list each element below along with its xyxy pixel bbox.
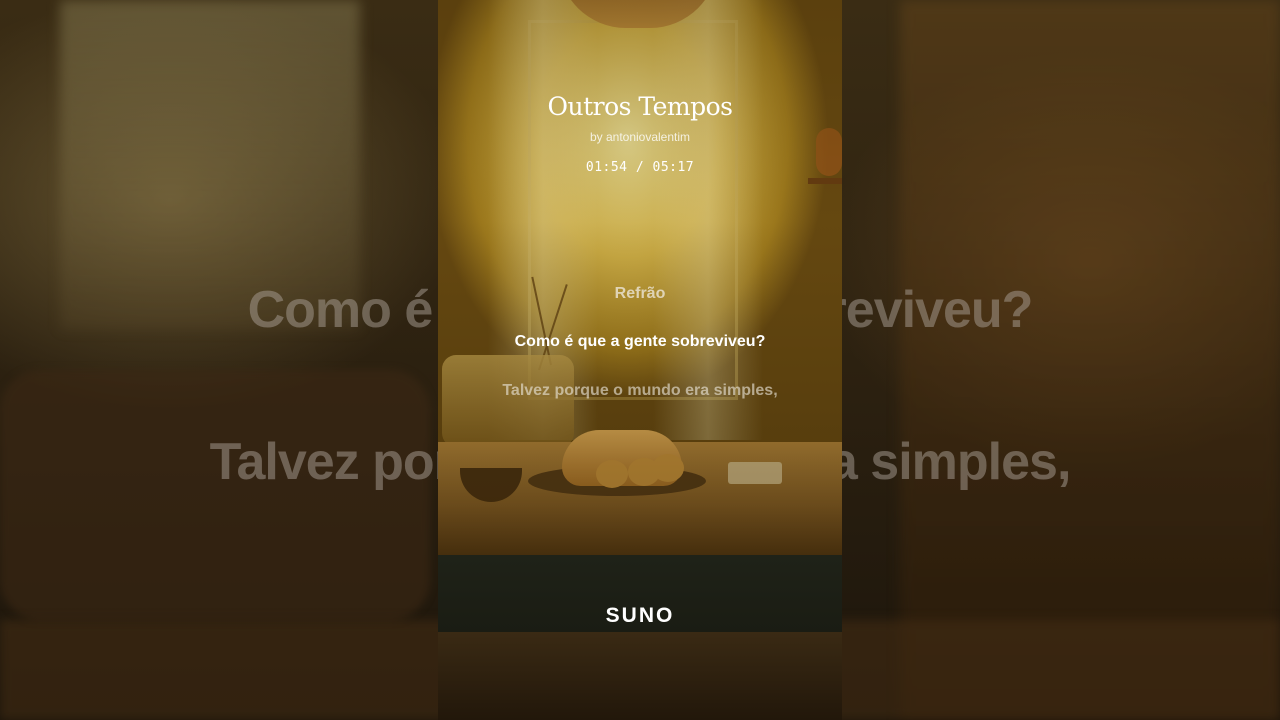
scene-shade xyxy=(438,0,842,555)
bottom-table-illustration xyxy=(438,632,842,720)
lyric-section-label: Refrão xyxy=(614,285,666,302)
backdrop-radio xyxy=(0,370,430,620)
song-artist: by antoniovalentim xyxy=(589,130,691,144)
backdrop-wall xyxy=(900,0,1280,720)
player-panel: Outros Tempos by antoniovalentim 01:54 /… xyxy=(438,0,842,720)
lyric-next-line: Talvez porque o mundo era simples, xyxy=(502,382,778,399)
lyric-current-line: Como é que a gente sobreviveu? xyxy=(514,333,766,350)
suno-logo[interactable]: SUNO xyxy=(438,604,842,628)
song-title: Outros Tempos xyxy=(547,92,733,121)
playback-time: 01:54 / 05:17 xyxy=(585,160,695,175)
cover-art-scene xyxy=(438,0,842,555)
